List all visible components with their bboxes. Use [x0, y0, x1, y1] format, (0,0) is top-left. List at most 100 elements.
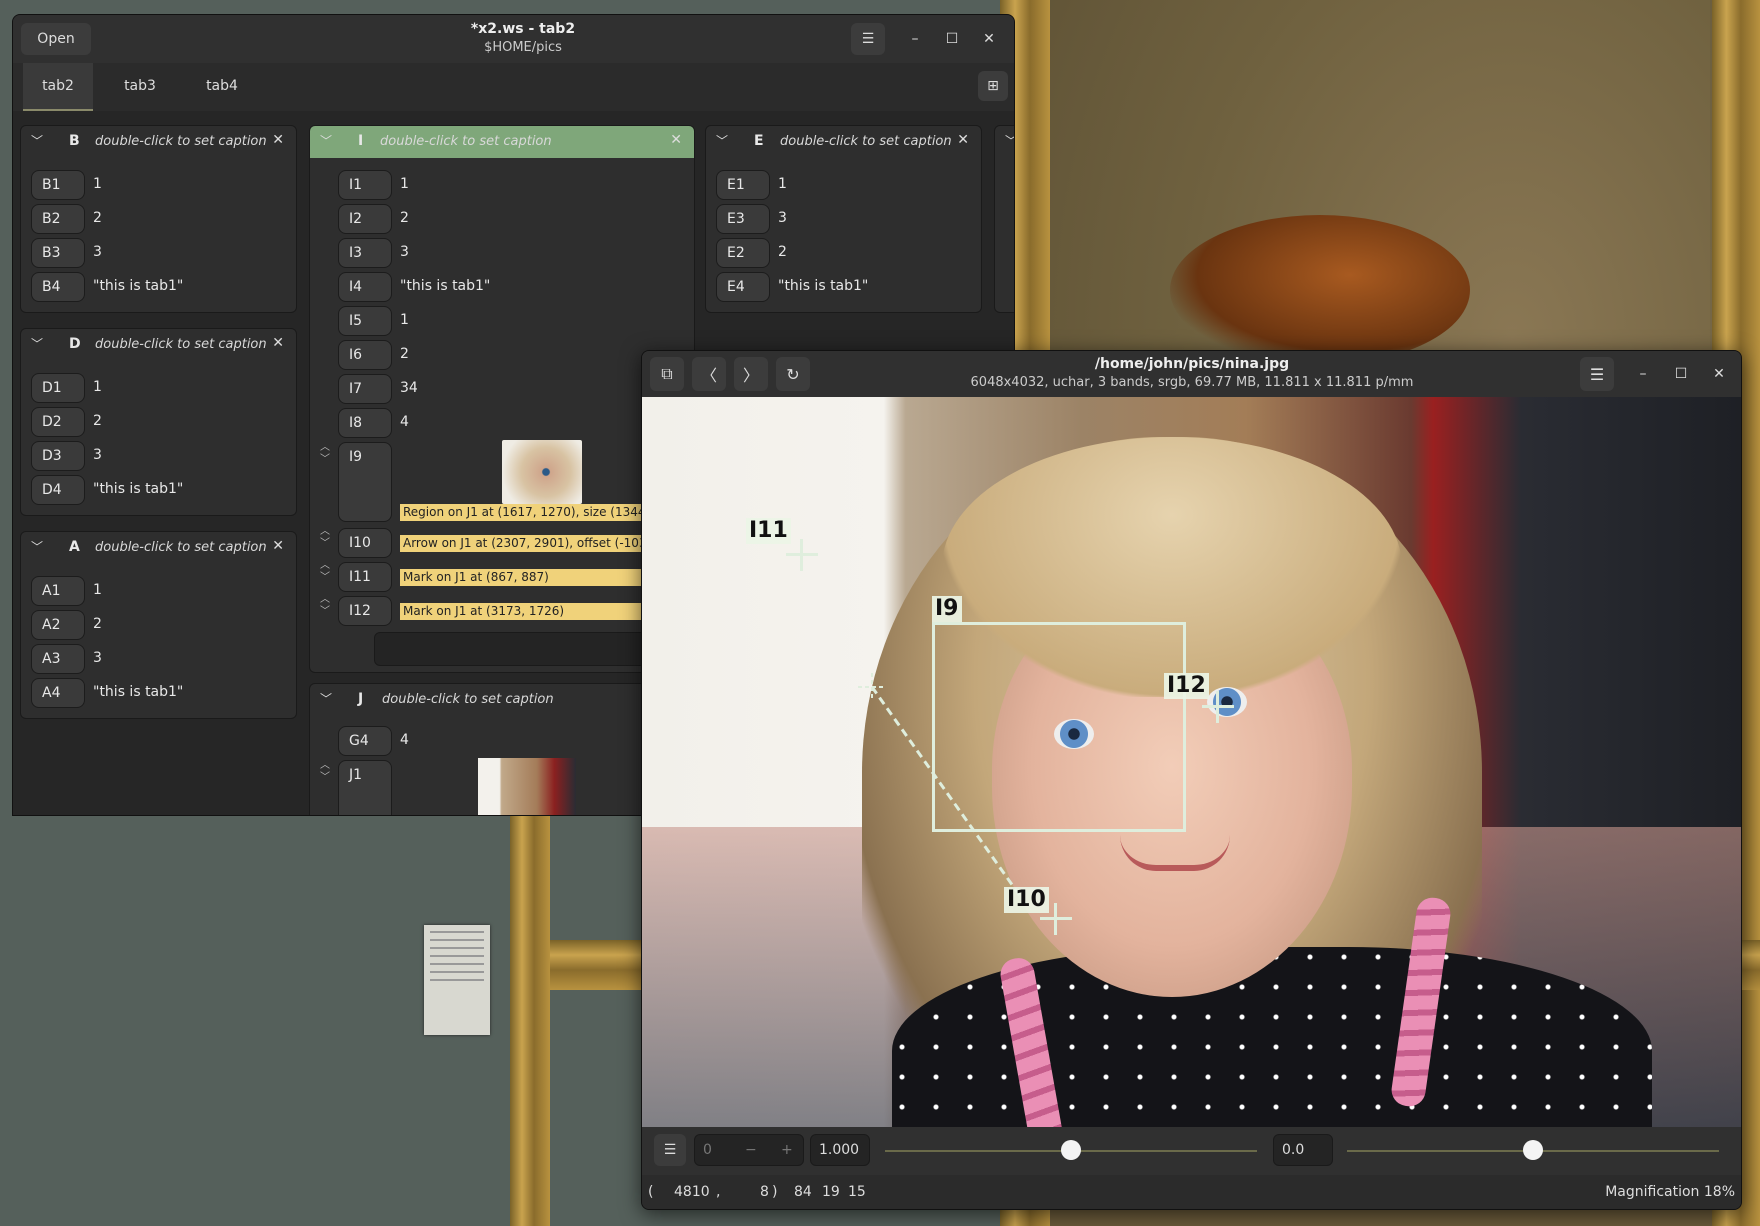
row-button[interactable]: I1	[338, 170, 392, 200]
image-display[interactable]: I11 I9 I12 I10	[642, 397, 1741, 1127]
page-number: 0	[703, 1142, 712, 1158]
tab-tab2[interactable]: tab2	[23, 63, 93, 112]
row-button[interactable]: I12	[338, 596, 392, 626]
reload-icon[interactable]: ↻	[776, 357, 810, 391]
row-button[interactable]: I7	[338, 374, 392, 404]
row-value: 1	[93, 176, 102, 192]
page-spinner[interactable]: 0 − +	[694, 1134, 804, 1166]
chevron-down-icon[interactable]: ﹀	[320, 132, 332, 149]
expand-up-icon[interactable]: ︿ ﹀	[320, 560, 330, 584]
offset-slider-knob[interactable]	[1523, 1140, 1543, 1160]
frame-lower-left-edge	[510, 800, 550, 1226]
expand-up-icon[interactable]: ︿ ﹀	[320, 594, 330, 618]
column-header[interactable]: ﹀ J double-click to set caption	[310, 684, 694, 716]
column-D: ﹀ D double-click to set caption ✕ D1 1 D…	[20, 328, 297, 516]
arrow-I10[interactable]	[642, 397, 1741, 1127]
previous-icon[interactable]: 〈	[692, 357, 726, 391]
column-caption[interactable]: double-click to set caption	[95, 540, 267, 555]
tab-tab4[interactable]: tab4	[187, 63, 257, 109]
viewer-header: ⧉ 〈 〉 ↻ /home/john/pics/nina.jpg 6048x40…	[642, 351, 1741, 397]
row-button[interactable]: I3	[338, 238, 392, 268]
row-button[interactable]: I8	[338, 408, 392, 438]
chevron-down-icon[interactable]: ﹀	[1005, 132, 1014, 149]
column-header[interactable]: ﹀ D double-click to set caption ✕	[21, 329, 296, 361]
row-button[interactable]: D4	[31, 475, 85, 505]
expand-up-icon[interactable]: ︿ ﹀	[320, 760, 330, 784]
row-button[interactable]: E2	[716, 238, 770, 268]
maximize-icon[interactable]: ☐	[1666, 359, 1696, 389]
offset-field[interactable]: 0.0	[1273, 1134, 1333, 1166]
expand-up-icon[interactable]: ︿ ﹀	[320, 442, 330, 466]
row-button[interactable]: D2	[31, 407, 85, 437]
expand-up-icon[interactable]: ︿ ﹀	[320, 526, 330, 550]
row-button[interactable]: G4	[338, 726, 392, 756]
minimize-icon[interactable]: –	[1628, 359, 1658, 389]
column-caption[interactable]: double-click to set caption	[380, 134, 552, 149]
column-caption[interactable]: double-click to set caption	[95, 134, 267, 149]
coord-close-paren: )	[772, 1184, 778, 1200]
minus-icon[interactable]: −	[745, 1142, 757, 1158]
row-button[interactable]: I2	[338, 204, 392, 234]
row-value: 1	[400, 176, 409, 192]
row-button[interactable]: A2	[31, 610, 85, 640]
close-icon[interactable]: ✕	[1704, 359, 1734, 389]
arrow-crosshair-I10[interactable]	[1040, 903, 1072, 935]
chevron-down-icon[interactable]: ﹀	[31, 132, 43, 149]
close-icon[interactable]: ✕	[974, 24, 1004, 54]
column-caption[interactable]: double-click to set caption	[780, 134, 952, 149]
chevron-down-icon[interactable]: ﹀	[320, 690, 332, 707]
row-button[interactable]: I11	[338, 562, 392, 592]
chevron-down-icon[interactable]: ﹀	[31, 335, 43, 352]
row-button[interactable]: I10	[338, 528, 392, 558]
menu-icon[interactable]: ☰	[1580, 357, 1614, 391]
column-caption[interactable]: double-click to set caption	[95, 337, 267, 352]
row-button[interactable]: D3	[31, 441, 85, 471]
close-icon[interactable]: ✕	[957, 132, 969, 148]
minimize-icon[interactable]: –	[900, 24, 930, 54]
duplicate-icon[interactable]: ⧉	[650, 357, 684, 391]
row-button[interactable]: I4	[338, 272, 392, 302]
column-partial: ﹀	[994, 125, 1014, 313]
row-button[interactable]: B4	[31, 272, 85, 302]
image-viewer-window: ⧉ 〈 〉 ↻ /home/john/pics/nina.jpg 6048x40…	[641, 350, 1742, 1210]
close-icon[interactable]: ✕	[272, 538, 284, 554]
menu-icon[interactable]: ☰	[654, 1134, 686, 1166]
close-icon[interactable]: ✕	[272, 335, 284, 351]
row-button[interactable]: A1	[31, 576, 85, 606]
plus-icon[interactable]: +	[781, 1142, 793, 1158]
row-button[interactable]: B1	[31, 170, 85, 200]
row-button[interactable]: E3	[716, 204, 770, 234]
chevron-down-icon[interactable]: ﹀	[716, 132, 728, 149]
row-value: 2	[93, 413, 102, 429]
maximize-icon[interactable]: ☐	[937, 24, 967, 54]
column-header[interactable]: ﹀ A double-click to set caption ✕	[21, 532, 296, 564]
close-icon[interactable]: ✕	[272, 132, 284, 148]
column-header[interactable]: ﹀ B double-click to set caption ✕	[21, 126, 296, 158]
tab-tab3[interactable]: tab3	[105, 63, 175, 109]
next-icon[interactable]: 〉	[734, 357, 768, 391]
row-button[interactable]: I5	[338, 306, 392, 336]
column-header[interactable]: ﹀ E double-click to set caption ✕	[706, 126, 981, 158]
column-header[interactable]: ﹀	[995, 126, 1014, 158]
close-icon[interactable]: ✕	[670, 132, 682, 148]
row-button[interactable]: B2	[31, 204, 85, 234]
column-header[interactable]: ﹀ I double-click to set caption ✕	[310, 126, 694, 158]
row-button[interactable]: J1	[338, 760, 392, 815]
row-button[interactable]: A3	[31, 644, 85, 674]
menu-icon[interactable]: ☰	[851, 23, 885, 55]
row-button[interactable]: E4	[716, 272, 770, 302]
column-caption[interactable]: double-click to set caption	[382, 692, 554, 707]
chevron-down-icon[interactable]: ﹀	[31, 538, 43, 555]
new-tab-icon[interactable]: ⊞	[978, 71, 1008, 101]
row-button[interactable]: I6	[338, 340, 392, 370]
row-button[interactable]: D1	[31, 373, 85, 403]
row-value: "this is tab1"	[93, 684, 184, 700]
row-button[interactable]: A4	[31, 678, 85, 708]
column-J: ﹀ J double-click to set caption G4 4 ︿ ﹀ …	[309, 683, 695, 815]
scale-field[interactable]: 1.000	[810, 1134, 870, 1166]
scale-slider-knob[interactable]	[1061, 1140, 1081, 1160]
open-button[interactable]: Open	[21, 23, 91, 55]
row-button[interactable]: I9	[338, 442, 392, 522]
row-button[interactable]: E1	[716, 170, 770, 200]
row-button[interactable]: B3	[31, 238, 85, 268]
